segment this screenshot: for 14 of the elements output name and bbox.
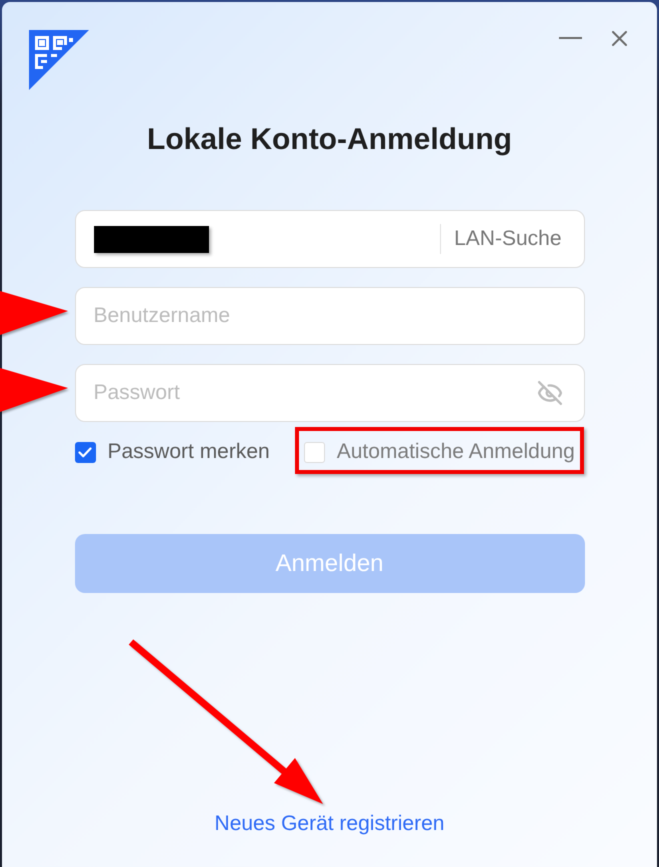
- login-title: Lokale Konto-Anmeldung: [146, 123, 513, 157]
- minimize-icon[interactable]: [559, 36, 582, 40]
- checkbox[interactable]: [304, 442, 325, 462]
- server-field[interactable]: LAN-Suche: [74, 210, 584, 268]
- register-device-link[interactable]: Neues Gerät registrieren: [214, 812, 444, 836]
- password-field[interactable]: Passwort: [74, 364, 584, 422]
- checkbox[interactable]: [74, 442, 96, 462]
- checkbox-label[interactable]: Automatische Anmeldung: [336, 440, 575, 464]
- close-icon[interactable]: [612, 30, 627, 46]
- check-icon: [78, 446, 92, 458]
- checkbox-label[interactable]: Passwort merken: [108, 440, 270, 464]
- qr-code-logo: [29, 30, 89, 90]
- lan-search-button[interactable]: LAN-Suche: [454, 227, 562, 251]
- username-field[interactable]: Benutzername: [74, 287, 584, 345]
